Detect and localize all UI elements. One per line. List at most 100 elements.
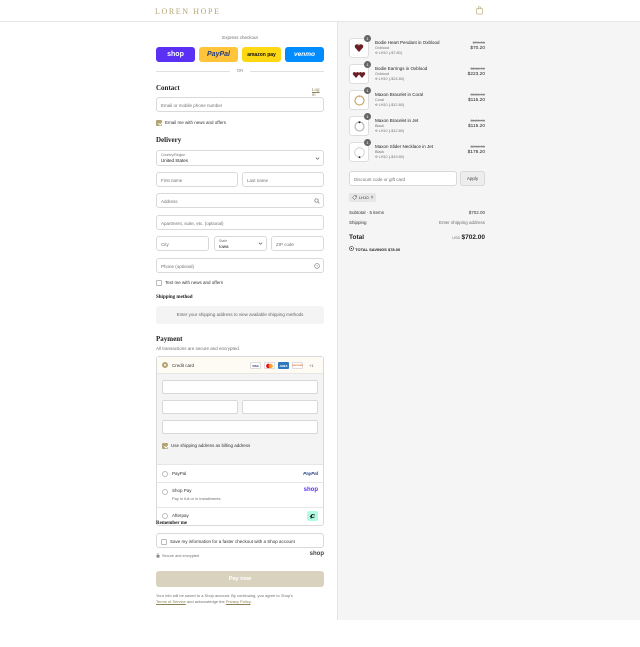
terms-link[interactable]: Terms of Service [156, 599, 186, 604]
apartment-field[interactable]: Apartment, suite, etc. (optional) [156, 215, 324, 230]
subtotal-value: $702.00 [468, 210, 485, 215]
discover-icon: DISCOVER [292, 362, 303, 369]
zip-field[interactable]: ZIP code [271, 236, 324, 251]
discount-tag: ⟡ LH10 (-$24.80) [375, 77, 405, 81]
shipping-value: Enter shipping address [438, 220, 485, 225]
apartment-placeholder: Apartment, suite, etc. (optional) [161, 221, 224, 226]
security-code-field[interactable] [242, 400, 318, 414]
remember-me-box: Save my information for a faster checkou… [156, 533, 324, 548]
state-select[interactable]: State Iowa [214, 236, 267, 251]
email-news-label: Email me with news and offers [165, 120, 226, 125]
credit-card-label: Credit card [172, 363, 195, 368]
applied-code-chip: LH10 × [349, 193, 377, 202]
product-name: Maxon Bracelet in Coral [375, 92, 424, 97]
city-field[interactable]: City [156, 236, 209, 251]
text-news-checkbox-row[interactable]: Text me with news and offers [156, 279, 223, 286]
help-icon[interactable]: ? [314, 263, 320, 269]
fine-print-mid: and acknowledge the [185, 599, 226, 604]
credit-card-option[interactable]: Credit card VISA AMEX DISCOVER +1 [157, 357, 323, 374]
phone-field[interactable]: Phone (optional) ? [156, 258, 324, 273]
chevron-down-icon [315, 157, 320, 160]
discount-text: LH10 (-$12.80) [378, 103, 405, 107]
product-variant: Black [375, 124, 385, 128]
email-news-checkbox[interactable] [156, 119, 162, 126]
shop-logo: shop [303, 487, 318, 493]
payment-methods: Credit card VISA AMEX DISCOVER +1 Use sh… [156, 356, 324, 526]
discount-text: LH10 (-$24.80) [378, 77, 405, 81]
billing-checkbox-row[interactable]: Use shipping address as billing address [162, 442, 250, 449]
product-variant: Coral [375, 98, 385, 102]
expiration-field[interactable] [162, 400, 238, 414]
paypal-logo: PayPal [303, 471, 318, 476]
secure-note: Secure and encrypted [156, 553, 199, 558]
search-icon [314, 198, 320, 204]
name-on-card-field[interactable] [162, 420, 318, 434]
fine-print-end: . [250, 599, 252, 604]
state-label: State [219, 239, 228, 243]
afterpay-radio[interactable] [162, 513, 168, 519]
remove-code-icon[interactable]: × [371, 195, 374, 201]
fine-print-text: Your info will be saved to a Shop accoun… [156, 593, 293, 598]
last-name-field[interactable]: Last name [242, 172, 324, 187]
discount-tag: ⟡ LH10 (-$12.80) [375, 103, 405, 107]
brand-logo[interactable]: LOREN HOPE [155, 7, 221, 16]
venmo-button[interactable]: venmo [285, 47, 324, 62]
quantity-badge: 1 [364, 61, 371, 68]
paypal-option[interactable]: PayPal PayPal [157, 465, 323, 483]
afterpay-icon [307, 511, 318, 521]
shop-pay-option[interactable]: Shop Pay Pay in full or in installments … [157, 483, 323, 508]
paypal-label: PayPal [172, 471, 187, 476]
first-name-field[interactable]: First name [156, 172, 238, 187]
credit-card-radio[interactable] [162, 362, 168, 368]
savings-value: $78.00 [387, 247, 401, 252]
sale-price: $115.20 [468, 98, 485, 103]
login-link[interactable]: Log in [312, 87, 324, 97]
card-number-field[interactable] [162, 380, 318, 394]
text-news-checkbox[interactable] [156, 279, 162, 286]
shipping-row: Shipping Enter shipping address [349, 220, 485, 225]
discount-code-field[interactable]: Discount code or gift card [349, 171, 457, 186]
original-price: $78.00 [472, 40, 485, 45]
quantity-badge: 1 [364, 87, 371, 94]
quantity-badge: 1 [364, 113, 371, 120]
total-row: Total USD $702.00 [349, 234, 485, 243]
amex-icon: AMEX [278, 362, 289, 369]
first-name-placeholder: First name [161, 178, 183, 183]
shopping-bag-icon[interactable] [476, 6, 483, 15]
privacy-link[interactable]: Privacy Policy [226, 599, 251, 604]
shop-pay-radio[interactable] [162, 489, 168, 495]
address-placeholder: Address [161, 199, 178, 204]
sale-price: $178.20 [467, 150, 485, 155]
remember-me-label: Save my information for a faster checkou… [170, 539, 295, 544]
email-field[interactable]: Email or mobile phone number [156, 97, 324, 112]
amazon-pay-button[interactable]: amazon pay [242, 47, 281, 62]
svg-text:?: ? [316, 264, 318, 268]
total-value: $702.00 [461, 234, 486, 241]
billing-checkbox[interactable] [162, 442, 168, 449]
address-field[interactable]: Address [156, 193, 324, 208]
original-price: $198.00 [470, 144, 485, 149]
apply-button[interactable]: Apply [460, 171, 485, 186]
country-select[interactable]: Country/Region United States [156, 150, 324, 166]
pay-now-button[interactable]: Pay now [156, 571, 324, 587]
country-label: Country/Region [161, 153, 186, 157]
remember-me-checkbox[interactable] [161, 538, 167, 545]
zip-placeholder: ZIP code [276, 242, 294, 247]
sale-price: $223.20 [467, 72, 485, 77]
billing-label: Use shipping address as billing address [171, 443, 251, 448]
paypal-button[interactable]: PayPal [199, 47, 238, 62]
last-name-placeholder: Last name [247, 178, 269, 183]
mastercard-icon [264, 362, 275, 369]
country-value: United States [161, 158, 189, 163]
original-price: $128.00 [470, 92, 485, 97]
discount-tag: ⟡ LH10 (-$7.80) [375, 51, 403, 55]
shop-pay-button[interactable]: shop [156, 47, 195, 62]
remember-me-heading: Remember me [156, 521, 188, 526]
state-value: Iowa [219, 244, 229, 249]
email-placeholder: Email or mobile phone number [161, 103, 223, 108]
remember-me-checkbox-row[interactable]: Save my information for a faster checkou… [161, 538, 295, 545]
sale-price: $70.20 [470, 46, 485, 51]
email-news-checkbox-row[interactable]: Email me with news and offers [156, 119, 226, 126]
paypal-radio[interactable] [162, 471, 168, 477]
payment-heading: Payment [156, 335, 183, 343]
